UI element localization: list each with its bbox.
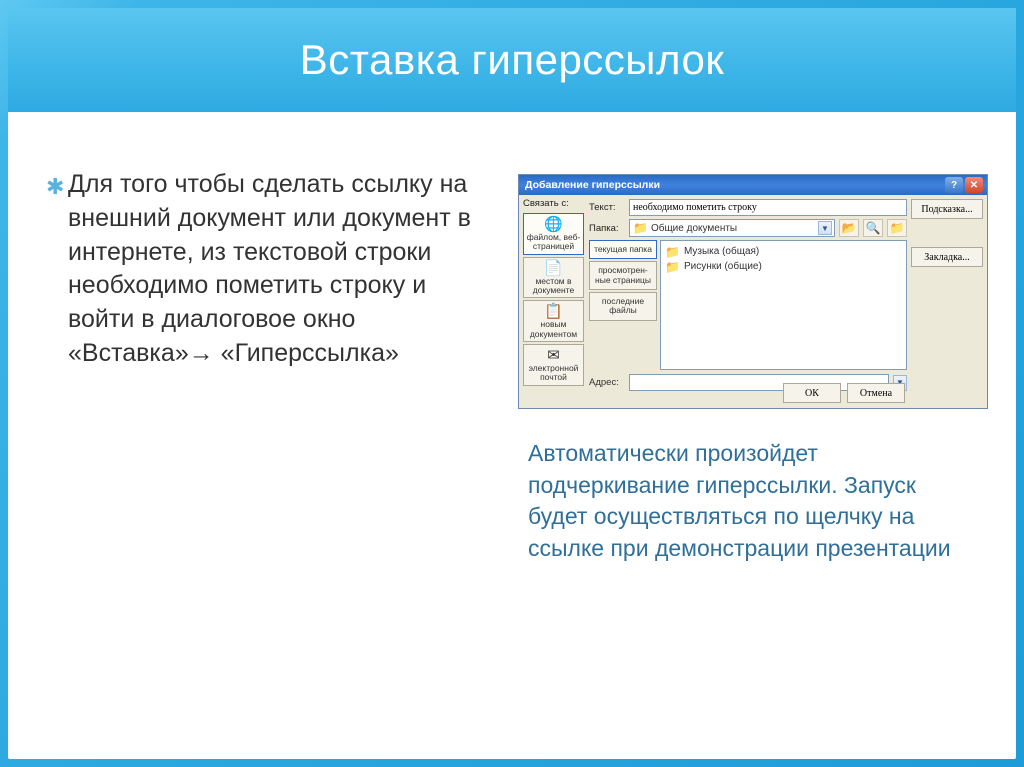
folder-value: Общие документы	[651, 223, 737, 234]
dialog-right-buttons: Подсказка... Закладка...	[911, 195, 987, 408]
bullet-icon: ✱	[46, 172, 64, 202]
center-main: текущая папка просмотрен- ные страницы п…	[589, 240, 907, 370]
slide-card: Вставка гиперссылок ✱ Для того чтобы сде…	[8, 8, 1016, 759]
address-label: Адрес:	[589, 377, 625, 388]
new-document-icon: 📋	[525, 304, 582, 319]
help-button[interactable]: ?	[945, 177, 963, 193]
link-with-label: Связать с:	[523, 198, 584, 209]
hint-button[interactable]: Подсказка...	[911, 199, 983, 219]
up-folder-icon: 📂	[842, 221, 857, 235]
mail-icon: ✉	[525, 348, 582, 363]
folder-icon: 📁	[633, 221, 648, 235]
slide-body-left-text: Для того чтобы сделать ссылку на внешний…	[68, 170, 471, 367]
place-new-document[interactable]: 📋 новым документом	[523, 300, 584, 342]
dialog-bottom-buttons: ОК Отмена	[783, 383, 905, 403]
place-file-web-label: файлом, веб-страницей	[527, 232, 581, 251]
document-icon: 📄	[525, 261, 582, 276]
place-new-document-label: новым документом	[530, 319, 577, 338]
text-label: Текст:	[589, 202, 625, 213]
folder-row: Папка: 📁 Общие документы ▼ 📂 🔍 📁	[589, 219, 907, 237]
folder-combo[interactable]: 📁 Общие документы ▼	[629, 219, 835, 237]
place-in-document[interactable]: 📄 местом в документе	[523, 257, 584, 299]
ok-button[interactable]: ОК	[783, 383, 841, 403]
link-with-column: Связать с: 🌐 файлом, веб-страницей 📄 мес…	[519, 195, 587, 408]
dialog-center: Текст: Папка: 📁 Общие документы ▼ 📂 🔍 📁	[587, 195, 911, 408]
place-in-document-label: местом в документе	[533, 276, 574, 295]
slide-title: Вставка гиперссылок	[300, 36, 724, 84]
file-list[interactable]: 📁 Музыка (общая) 📁 Рисунки (общие)	[660, 240, 907, 370]
list-item[interactable]: 📁 Рисунки (общие)	[665, 259, 902, 274]
bookmark-button[interactable]: Закладка...	[911, 247, 983, 267]
slide-title-bar: Вставка гиперссылок	[8, 8, 1016, 112]
dialog-titlebar: Добавление гиперссылки ? ✕	[519, 175, 987, 195]
browse-current-folder[interactable]: текущая папка	[589, 240, 657, 259]
browse-file-button[interactable]: 📁	[887, 219, 907, 237]
list-item[interactable]: 📁 Музыка (общая)	[665, 244, 902, 259]
insert-hyperlink-dialog: Добавление гиперссылки ? ✕ Связать с: 🌐 …	[518, 174, 988, 409]
cancel-button[interactable]: Отмена	[847, 383, 905, 403]
browse-web-button[interactable]: 🔍	[863, 219, 883, 237]
place-email-label: электронной почтой	[529, 363, 579, 382]
search-icon: 🔍	[866, 221, 881, 235]
close-button[interactable]: ✕	[965, 177, 983, 193]
text-row: Текст:	[589, 199, 907, 216]
folder-icon: 📁	[665, 245, 680, 259]
browse-recent-files[interactable]: последние файлы	[589, 292, 657, 321]
list-item-label: Музыка (общая)	[684, 246, 759, 257]
place-email[interactable]: ✉ электронной почтой	[523, 344, 584, 386]
list-item-label: Рисунки (общие)	[684, 261, 762, 272]
slide-body-right: Автоматически произойдет подчеркивание г…	[528, 438, 978, 565]
slide-body-left: ✱ Для того чтобы сделать ссылку на внешн…	[68, 168, 478, 371]
browse-viewed-pages[interactable]: просмотрен- ные страницы	[589, 261, 657, 290]
dialog-title: Добавление гиперссылки	[525, 179, 660, 191]
slide-body-right-text: Автоматически произойдет подчеркивание г…	[528, 440, 951, 561]
up-folder-button[interactable]: 📂	[839, 219, 859, 237]
globe-icon: 🌐	[525, 217, 582, 232]
text-input[interactable]	[629, 199, 907, 216]
place-file-web[interactable]: 🌐 файлом, веб-страницей	[523, 213, 584, 255]
browse-tabs: текущая папка просмотрен- ные страницы п…	[589, 240, 657, 370]
folder-icon: 📁	[665, 260, 680, 274]
folder-label: Папка:	[589, 223, 625, 234]
chevron-down-icon: ▼	[818, 221, 832, 235]
open-folder-icon: 📁	[890, 221, 905, 235]
